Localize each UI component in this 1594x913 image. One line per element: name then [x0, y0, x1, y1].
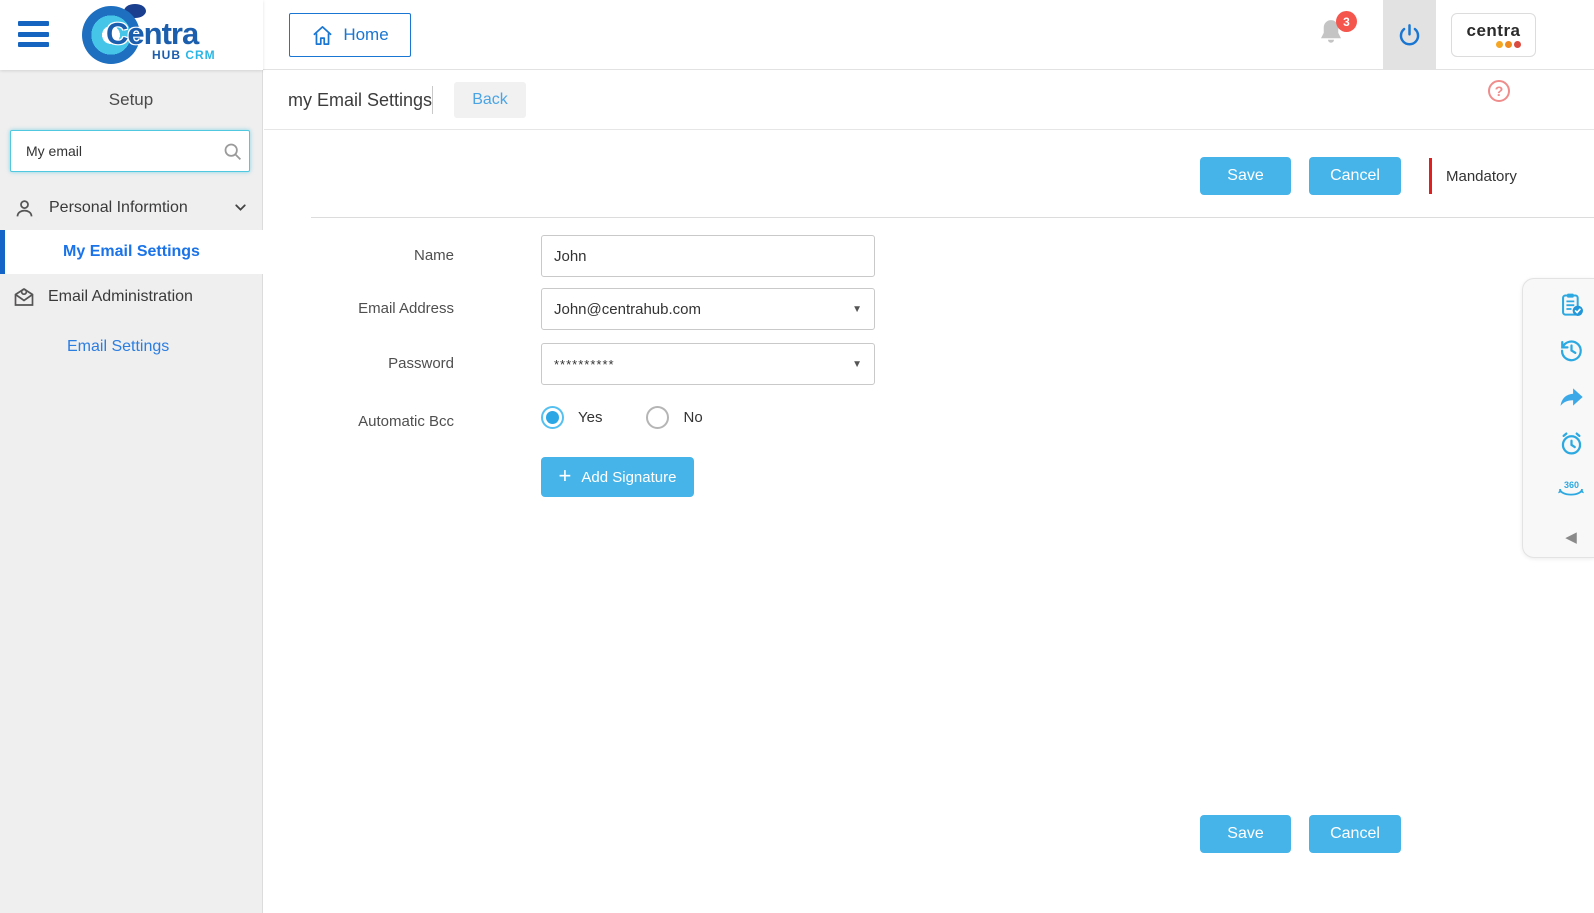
- add-signature-label: Add Signature: [581, 468, 677, 486]
- password-value: **********: [554, 356, 615, 372]
- sidebar-item-label: My Email Settings: [63, 243, 200, 260]
- account-logo-dots: [1496, 41, 1521, 48]
- top-header: Centra HUB CRM Home 3 centra: [0, 0, 1594, 70]
- mandatory-label: Mandatory: [1446, 168, 1517, 185]
- email-admin-icon: [14, 287, 34, 306]
- cancel-button[interactable]: Cancel: [1309, 157, 1401, 195]
- plus-icon: +: [558, 462, 572, 488]
- form-body: Save Cancel Mandatory Name Email Address…: [264, 130, 1594, 912]
- notification-badge: 3: [1336, 11, 1357, 32]
- share-icon[interactable]: [1556, 383, 1586, 411]
- setup-sidebar: Setup Personal Informtion My Email Setti…: [0, 70, 263, 913]
- password-label: Password: [388, 355, 454, 372]
- view-360-icon[interactable]: 360: [1556, 476, 1586, 501]
- power-icon: [1399, 23, 1420, 45]
- dropdown-arrow-icon: ▼: [852, 303, 862, 315]
- form-divider: [311, 217, 1594, 218]
- search-icon[interactable]: [215, 141, 249, 162]
- home-button[interactable]: Home: [289, 13, 411, 57]
- help-icon[interactable]: ?: [1488, 80, 1510, 102]
- back-button[interactable]: Back: [454, 82, 526, 118]
- logo-brand-text: Centra: [106, 16, 199, 51]
- automatic-bcc-options: Yes No: [541, 406, 733, 429]
- main-content: my Email Settings Back ? Save Cancel Man…: [264, 70, 1594, 913]
- save-button[interactable]: Save: [1200, 815, 1291, 853]
- sidebar-item-label: Personal Informtion: [49, 199, 188, 216]
- sidebar-title: Setup: [108, 90, 154, 109]
- notes-check-icon[interactable]: [1556, 291, 1586, 318]
- logo-area: Centra HUB CRM: [0, 0, 263, 70]
- email-address-label: Email Address: [358, 300, 454, 317]
- home-icon: [313, 25, 333, 45]
- name-field[interactable]: [541, 235, 875, 277]
- mandatory-indicator-bar: [1429, 158, 1432, 194]
- logo-sub-crm: CRM: [185, 48, 216, 62]
- view-360-text: 360: [1564, 480, 1579, 490]
- sidebar-item-personal-information[interactable]: Personal Informtion: [0, 188, 263, 228]
- password-dropdown[interactable]: ********** ▼: [541, 343, 875, 385]
- sidebar-search-input[interactable]: [11, 143, 215, 159]
- account-brand-logo: centra: [1451, 13, 1536, 57]
- title-separator: [432, 86, 433, 114]
- sidebar-search-box: [10, 130, 250, 172]
- logo-sub-hub: HUB: [152, 48, 181, 62]
- active-indicator-bar: [0, 230, 5, 274]
- sidebar-item-email-administration[interactable]: Email Administration: [0, 276, 263, 318]
- name-label: Name: [413, 247, 454, 264]
- person-icon: [16, 199, 33, 216]
- home-label: Home: [343, 25, 389, 44]
- sidebar-item-my-email-settings[interactable]: My Email Settings: [0, 230, 263, 274]
- bcc-no-radio[interactable]: [646, 406, 670, 429]
- email-address-dropdown[interactable]: John@centrahub.com ▼: [541, 288, 875, 330]
- notifications-bell-icon[interactable]: 3: [1316, 11, 1358, 58]
- logout-power-button[interactable]: [1383, 0, 1436, 70]
- sidebar-item-label: Email Administration: [48, 288, 193, 305]
- bcc-no-label: No: [683, 409, 703, 426]
- page-title: my Email Settings: [288, 90, 433, 110]
- sidebar-item-email-settings[interactable]: Email Settings: [0, 332, 263, 362]
- account-logo-text: centra: [1466, 21, 1521, 40]
- dropdown-arrow-icon: ▼: [852, 358, 862, 370]
- centrahub-crm-logo: Centra HUB CRM: [78, 4, 238, 66]
- collapse-icon[interactable]: ◀: [1556, 524, 1586, 549]
- automatic-bcc-label: Automatic Bcc: [358, 413, 454, 430]
- hamburger-menu-icon[interactable]: [18, 21, 49, 47]
- save-button[interactable]: Save: [1200, 157, 1291, 195]
- history-icon[interactable]: [1556, 337, 1586, 364]
- cancel-button[interactable]: Cancel: [1309, 815, 1401, 853]
- add-signature-button[interactable]: + Add Signature: [541, 457, 694, 497]
- alarm-icon[interactable]: [1556, 430, 1586, 457]
- email-address-value: John@centrahub.com: [554, 300, 701, 318]
- chevron-down-icon[interactable]: [232, 199, 249, 221]
- bcc-yes-radio[interactable]: [541, 406, 564, 429]
- page-titlebar: my Email Settings Back ?: [264, 70, 1594, 130]
- sidebar-item-label: Email Settings: [67, 338, 170, 355]
- quick-actions-toolbar: 360 ◀: [1522, 278, 1594, 558]
- bcc-yes-label: Yes: [578, 409, 603, 426]
